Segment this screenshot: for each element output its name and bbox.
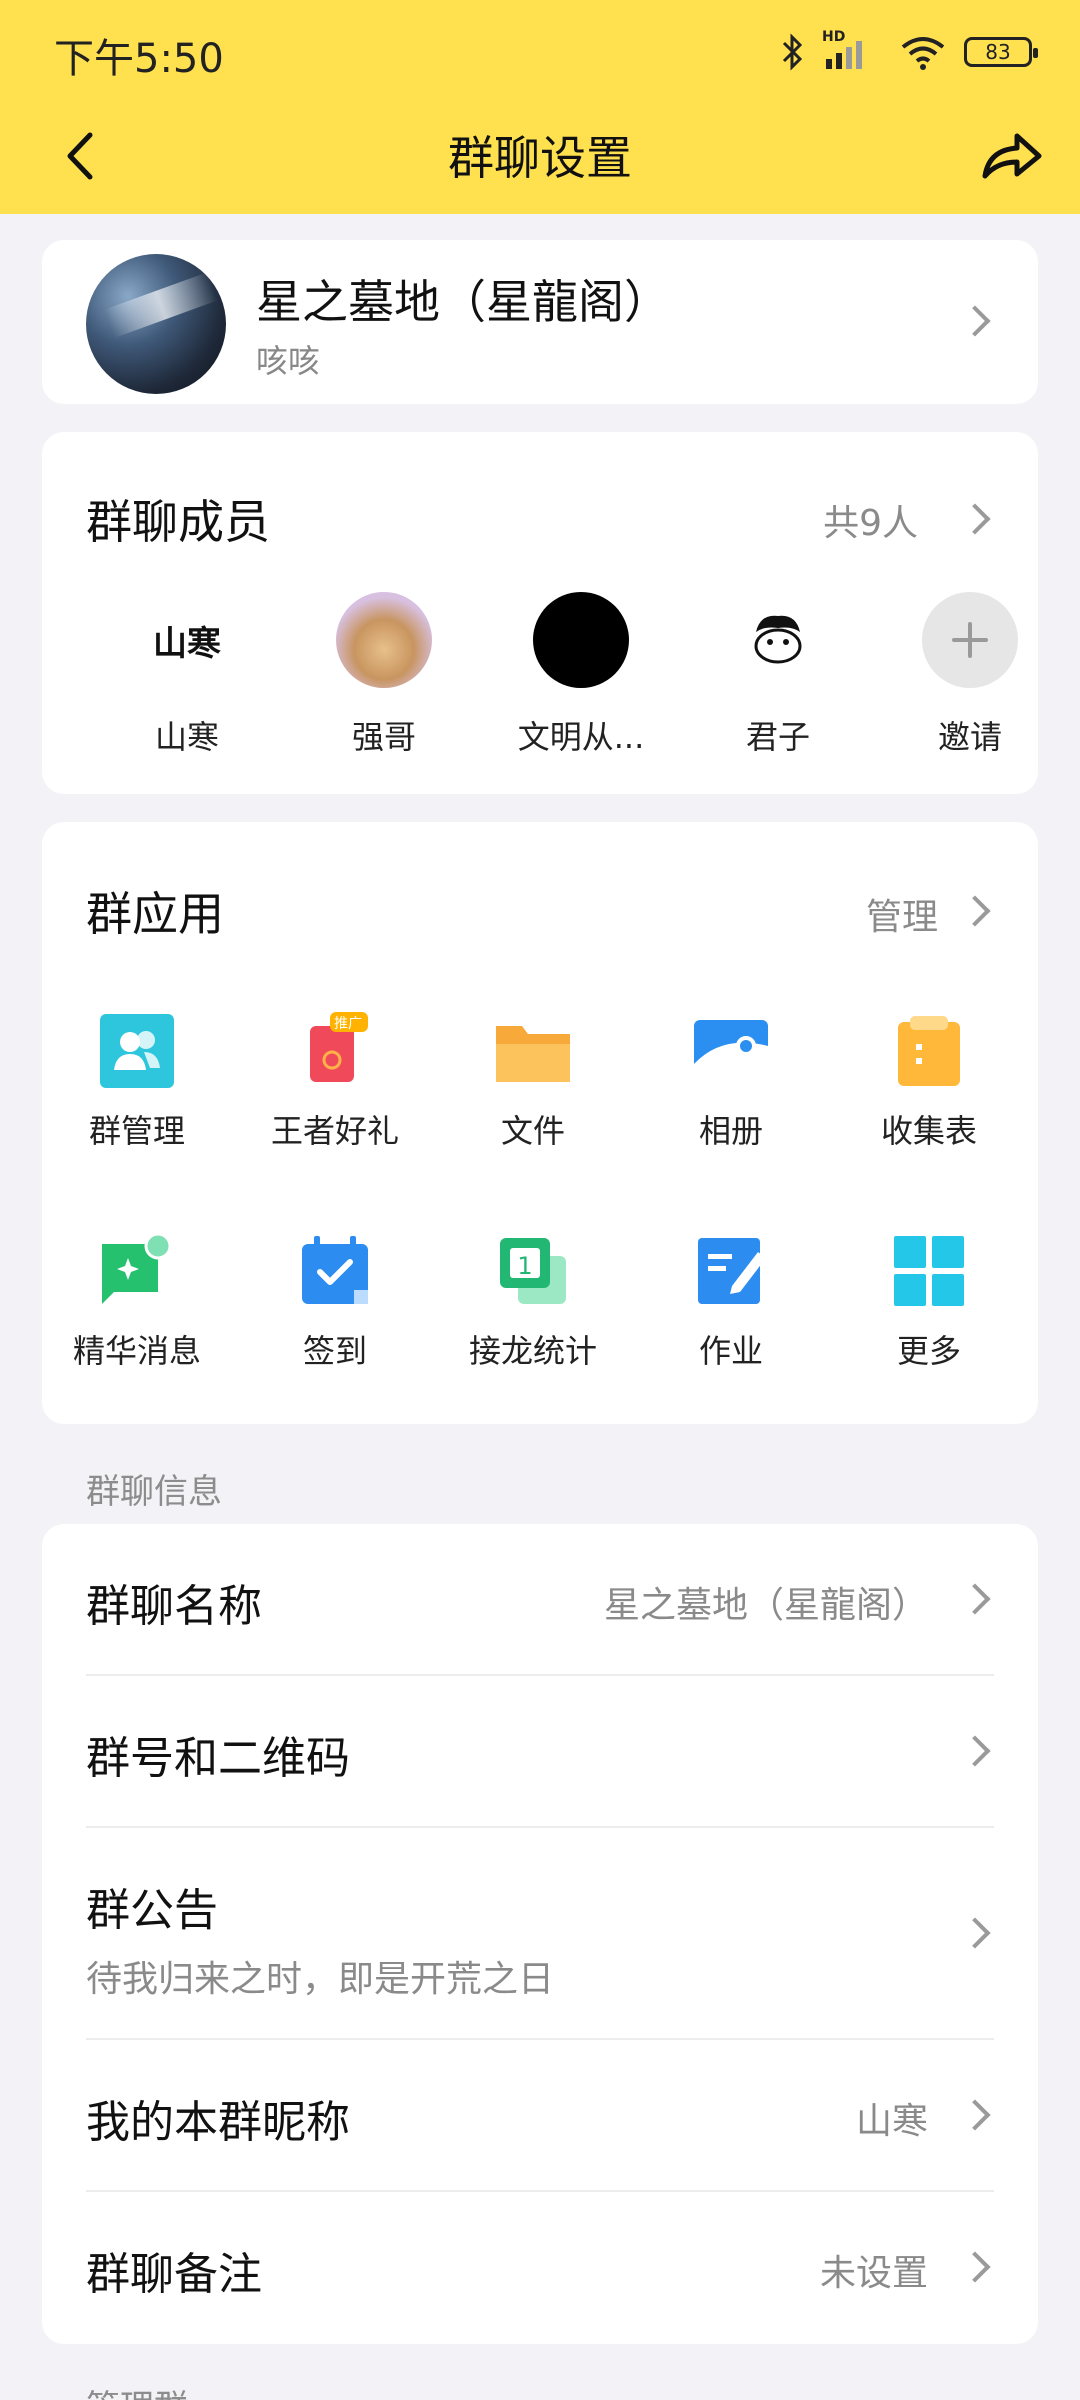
app-label: 群管理 [88, 1112, 185, 1150]
chevron-right-icon[interactable] [959, 895, 991, 927]
row-title: 群聊名称 [86, 1581, 262, 1632]
signal-icon: HD [822, 29, 882, 71]
row-title: 群号和二维码 [86, 1733, 350, 1784]
status-bar: 下午5:50 HD 83 [0, 0, 1080, 104]
members-count[interactable]: 共9人 [823, 494, 918, 546]
announcement-text: 待我归来之时，即是开荒之日 [86, 1959, 555, 2000]
folder-icon [494, 1012, 572, 1090]
share-button[interactable] [976, 124, 1046, 188]
row-value: 山寒 [855, 2101, 928, 2142]
apps-title: 群应用 [86, 887, 224, 941]
chevron-right-icon [959, 2099, 991, 2131]
invite-button[interactable]: 邀请 [895, 592, 1045, 758]
group-profile-card[interactable]: 星之墓地（星龍阁） 咳咳 [42, 240, 1038, 404]
member-avatar [533, 592, 629, 688]
more-grid-icon [890, 1232, 968, 1310]
app-label: 作业 [698, 1332, 763, 1370]
network-badge: HD [822, 29, 846, 45]
member-avatar [730, 592, 826, 688]
highlight-message-icon [98, 1232, 176, 1310]
member-name: 山寒 [154, 718, 219, 756]
group-name: 星之墓地（星龍阁） [256, 275, 670, 329]
section-label-manage-group: 管理群 [86, 2380, 188, 2400]
member-avatar: 山寒 [139, 592, 235, 688]
top-bar: 下午5:50 HD 83 群聊设置 [0, 0, 1080, 214]
app-files[interactable]: 文件 [438, 1012, 628, 1152]
chevron-right-icon [959, 1583, 991, 1615]
app-label: 精华消息 [72, 1332, 201, 1370]
member-list: 山寒 山寒 强哥 文明从... 君子 邀请 [42, 592, 1038, 772]
bluetooth-icon [782, 33, 803, 71]
members-card: 群聊成员 共9人 山寒 山寒 强哥 文明从... 君子 邀请 [42, 432, 1038, 794]
row-group-remark[interactable]: 群聊备注 未设置 [42, 2192, 1038, 2342]
row-group-name[interactable]: 群聊名称 星之墓地（星龍阁） [42, 1524, 1038, 1674]
member-item[interactable]: 君子 [703, 592, 853, 758]
battery-level: 83 [985, 40, 1011, 64]
row-value: 星之墓地（星龍阁） [603, 1585, 928, 1626]
row-value: 未设置 [819, 2253, 928, 2294]
invite-label: 邀请 [937, 718, 1002, 756]
section-label-group-info: 群聊信息 [86, 1472, 222, 1512]
app-highlight-messages[interactable]: 精华消息 [42, 1232, 232, 1372]
member-avatar [336, 592, 432, 688]
nav-bar: 群聊设置 [0, 104, 1080, 214]
member-item[interactable]: 强哥 [309, 592, 459, 758]
status-time: 下午5:50 [54, 36, 224, 82]
group-subtitle: 咳咳 [256, 342, 321, 380]
member-name: 文明从... [517, 718, 645, 756]
app-label: 收集表 [880, 1112, 977, 1150]
relay-stats-icon: 1 [494, 1232, 572, 1310]
app-label: 签到 [302, 1332, 367, 1370]
chevron-right-icon [959, 305, 991, 337]
chevron-right-icon [959, 1917, 991, 1949]
app-relay-stats[interactable]: 1 接龙统计 [438, 1232, 628, 1372]
group-manage-icon [98, 1012, 176, 1090]
app-homework[interactable]: 作业 [636, 1232, 826, 1372]
row-group-number-qr[interactable]: 群号和二维码 [42, 1676, 1038, 1826]
plus-icon [922, 592, 1018, 688]
share-arrow-icon [982, 133, 1042, 179]
row-title: 我的本群昵称 [86, 2097, 350, 2148]
chevron-right-icon [959, 1735, 991, 1767]
member-item[interactable]: 山寒 山寒 [112, 592, 262, 758]
homework-icon [692, 1232, 770, 1310]
app-label: 文件 [500, 1112, 565, 1150]
app-more[interactable]: 更多 [834, 1232, 1024, 1372]
member-name: 强哥 [351, 718, 416, 756]
members-title: 群聊成员 [86, 495, 270, 549]
wifi-icon [901, 37, 945, 70]
checkin-calendar-icon [296, 1232, 374, 1310]
album-icon [692, 1012, 770, 1090]
battery-indicator: 83 [964, 37, 1038, 67]
apps-manage-link[interactable]: 管理 [866, 888, 938, 940]
chevron-right-icon[interactable] [959, 503, 991, 535]
app-checkin[interactable]: 签到 [240, 1232, 430, 1372]
app-label: 相册 [698, 1112, 763, 1150]
app-collect-form[interactable]: 收集表 [834, 1012, 1024, 1152]
app-gift[interactable]: 推广 王者好礼 [240, 1012, 430, 1152]
app-label: 接龙统计 [468, 1332, 597, 1370]
gift-icon: 推广 [296, 1012, 374, 1090]
group-info-card: 群聊名称 星之墓地（星龍阁） 群号和二维码 群公告 待我归来之时，即是开荒之日 … [42, 1524, 1038, 2344]
row-title: 群公告 [86, 1885, 218, 1936]
status-icons: HD 83 [782, 29, 1038, 74]
app-label: 王者好礼 [270, 1112, 399, 1150]
row-title: 群聊备注 [86, 2249, 262, 2300]
row-my-nickname[interactable]: 我的本群昵称 山寒 [42, 2040, 1038, 2190]
chevron-right-icon [959, 2251, 991, 2283]
svg-text:1: 1 [517, 1252, 532, 1280]
app-label: 更多 [896, 1332, 961, 1370]
promo-badge: 推广 [334, 1016, 362, 1032]
row-announcement[interactable]: 群公告 待我归来之时，即是开荒之日 [42, 1828, 1038, 2038]
clipboard-icon [890, 1012, 968, 1090]
member-item[interactable]: 文明从... [506, 592, 656, 758]
page-title: 群聊设置 [448, 131, 632, 185]
group-apps-card: 群应用 管理 群管理 推广 王者好礼 文件 相册 收集表 精华消息 签到 1 接… [42, 822, 1038, 1424]
group-avatar [86, 254, 226, 394]
member-name: 君子 [745, 718, 810, 756]
app-album[interactable]: 相册 [636, 1012, 826, 1152]
app-group-manage[interactable]: 群管理 [42, 1012, 232, 1152]
